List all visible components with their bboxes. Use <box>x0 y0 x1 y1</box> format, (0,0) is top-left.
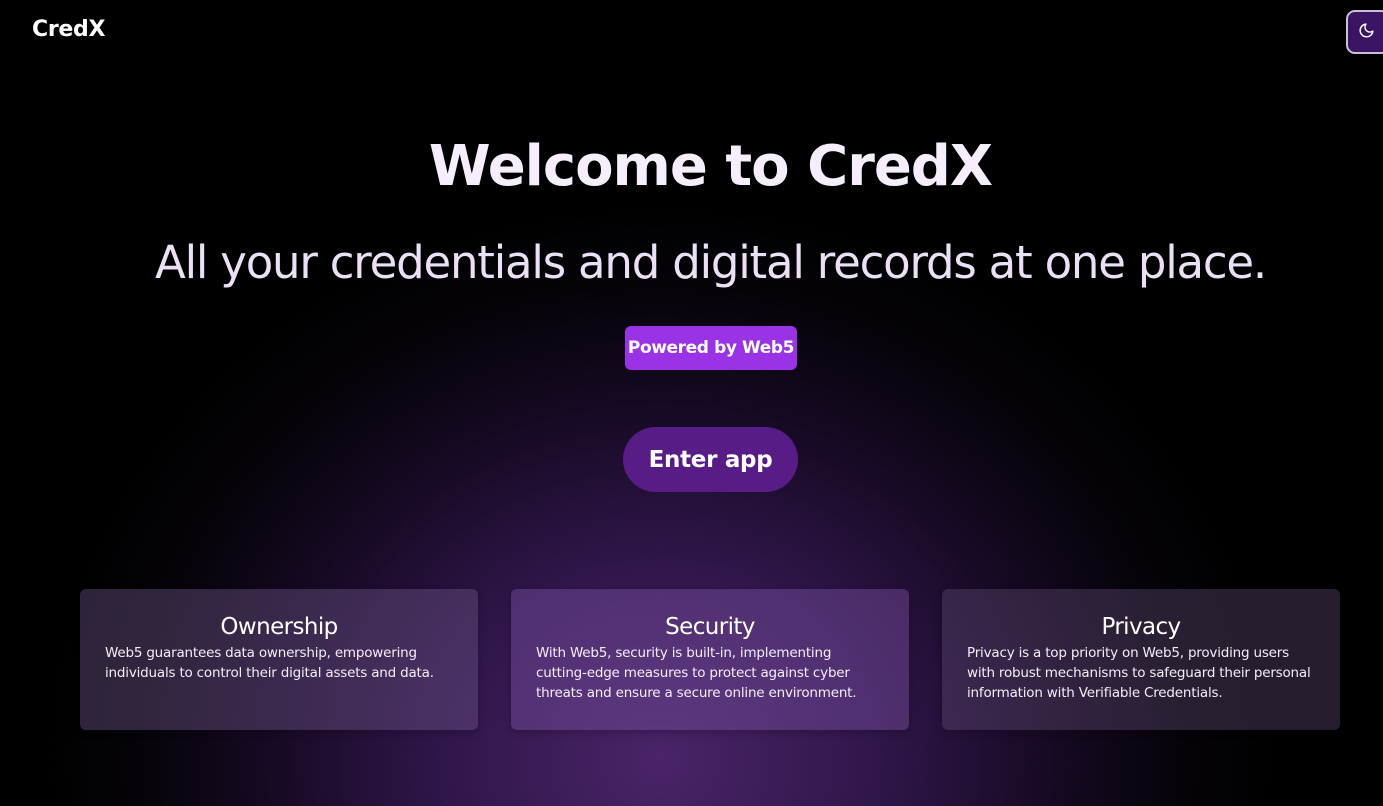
enter-app-button[interactable]: Enter app <box>623 427 798 492</box>
feature-card-ownership: Ownership Web5 guarantees data ownership… <box>80 589 478 730</box>
feature-card-title: Security <box>665 614 755 640</box>
hero-title: Welcome to CredX <box>428 134 993 199</box>
feature-card-title: Privacy <box>1101 614 1181 640</box>
feature-card-title: Ownership <box>220 614 338 640</box>
hero-subtitle: All your credentials and digital records… <box>154 236 1267 289</box>
powered-by-badge: Powered by Web5 <box>625 326 797 370</box>
moon-icon <box>1358 22 1375 43</box>
feature-card-text: Privacy is a top priority on Web5, provi… <box>967 645 1311 701</box>
feature-card-text: Web5 guarantees data ownership, empoweri… <box>105 645 434 681</box>
feature-card-privacy: Privacy Privacy is a top priority on Web… <box>942 589 1340 730</box>
feature-card-text: With Web5, security is built-in, impleme… <box>536 645 857 701</box>
theme-toggle-button[interactable] <box>1346 10 1383 54</box>
brand-logo-text[interactable]: CredX <box>32 17 105 42</box>
feature-card-security: Security With Web5, security is built-in… <box>511 589 909 730</box>
